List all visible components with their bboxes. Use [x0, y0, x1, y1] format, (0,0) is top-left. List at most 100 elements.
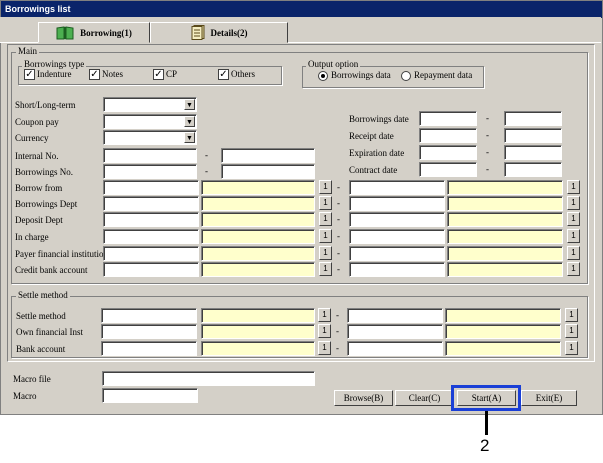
- repayment-data-radio[interactable]: [401, 71, 411, 81]
- macro-label: Macro: [13, 391, 37, 401]
- search-to-button[interactable]: 1: [567, 229, 580, 243]
- notes-label: Notes: [102, 69, 123, 79]
- receipt-date-from[interactable]: [419, 128, 477, 143]
- search-to-button[interactable]: 1: [567, 212, 580, 226]
- code-from-input[interactable]: [103, 212, 199, 227]
- range-dash: -: [337, 248, 340, 258]
- others-label: Others: [231, 69, 255, 79]
- code-to-input[interactable]: [347, 308, 443, 323]
- range-dash: -: [486, 113, 489, 123]
- name-from-display: [201, 246, 315, 261]
- range-dash: -: [337, 231, 340, 241]
- currency-select[interactable]: ▼: [103, 130, 197, 145]
- exit-button[interactable]: Exit(E): [521, 390, 577, 406]
- code-to-input[interactable]: [349, 262, 445, 277]
- name-to-display: [445, 341, 561, 356]
- expiration-date-from[interactable]: [419, 145, 477, 160]
- code-to-input[interactable]: [347, 341, 443, 356]
- short-long-term-select[interactable]: ▼: [103, 97, 197, 112]
- indenture-checkbox[interactable]: ✓: [24, 69, 35, 80]
- cp-checkbox[interactable]: ✓: [153, 69, 164, 80]
- settle-method-group-label: Settle method: [16, 290, 70, 300]
- chevron-down-icon[interactable]: ▼: [184, 132, 195, 143]
- range-dash: -: [205, 166, 208, 176]
- internal-no-to[interactable]: [221, 148, 315, 163]
- search-from-button[interactable]: 1: [318, 341, 331, 355]
- others-checkbox[interactable]: ✓: [218, 69, 229, 80]
- macro-input[interactable]: [102, 388, 198, 403]
- name-to-display: [447, 229, 563, 244]
- search-to-button[interactable]: 1: [567, 246, 580, 260]
- search-to-button[interactable]: 1: [567, 262, 580, 276]
- coupon-pay-select[interactable]: ▼: [103, 114, 197, 129]
- macro-file-label: Macro file: [13, 374, 51, 384]
- start-button-highlight: [451, 385, 521, 411]
- cp-label: CP: [166, 69, 178, 79]
- search-from-button[interactable]: 1: [318, 324, 331, 338]
- code-from-input[interactable]: [103, 262, 199, 277]
- contract-date-from[interactable]: [419, 162, 477, 177]
- range-field-label: In charge: [15, 232, 49, 242]
- code-from-input[interactable]: [103, 196, 199, 211]
- code-from-input[interactable]: [101, 341, 197, 356]
- chevron-down-icon[interactable]: ▼: [184, 116, 195, 127]
- internal-no-label: Internal No.: [15, 151, 59, 161]
- code-to-input[interactable]: [349, 246, 445, 261]
- code-from-input[interactable]: [103, 246, 199, 261]
- range-dash: -: [336, 343, 339, 353]
- coupon-pay-label: Coupon pay: [15, 117, 59, 127]
- borrowings-data-label: Borrowings data: [331, 70, 391, 80]
- callout-line: [485, 411, 488, 435]
- macro-file-input[interactable]: [102, 371, 315, 386]
- currency-label: Currency: [15, 133, 49, 143]
- chevron-down-icon[interactable]: ▼: [184, 99, 195, 110]
- search-to-button[interactable]: 1: [565, 324, 578, 338]
- range-dash: -: [486, 130, 489, 140]
- name-to-display: [445, 324, 561, 339]
- range-dash: -: [336, 326, 339, 336]
- code-from-input[interactable]: [101, 324, 197, 339]
- name-to-display: [447, 180, 563, 195]
- search-to-button[interactable]: 1: [565, 308, 578, 322]
- borrowings-date-from[interactable]: [419, 111, 477, 126]
- search-to-button[interactable]: 1: [567, 180, 580, 194]
- search-from-button[interactable]: 1: [319, 229, 332, 243]
- contract-date-to[interactable]: [504, 162, 562, 177]
- expiration-date-to[interactable]: [504, 145, 562, 160]
- range-dash: -: [337, 214, 340, 224]
- search-from-button[interactable]: 1: [319, 246, 332, 260]
- code-to-input[interactable]: [349, 180, 445, 195]
- name-from-display: [201, 196, 315, 211]
- tab-borrowing[interactable]: Borrowing(1): [38, 22, 150, 43]
- search-from-button[interactable]: 1: [319, 196, 332, 210]
- browse-button[interactable]: Browse(B): [334, 390, 393, 406]
- code-to-input[interactable]: [349, 212, 445, 227]
- tab-borrowing-label: Borrowing(1): [80, 27, 132, 38]
- clear-button[interactable]: Clear(C): [395, 390, 454, 406]
- code-to-input[interactable]: [347, 324, 443, 339]
- search-to-button[interactable]: 1: [567, 196, 580, 210]
- search-from-button[interactable]: 1: [318, 308, 331, 322]
- tab-details-label: Details(2): [210, 27, 248, 38]
- indenture-label: Indenture: [37, 69, 72, 79]
- tab-details[interactable]: Details(2): [150, 22, 288, 43]
- code-to-input[interactable]: [349, 196, 445, 211]
- borrowings-no-from[interactable]: [103, 164, 197, 179]
- internal-no-from[interactable]: [103, 148, 197, 163]
- search-from-button[interactable]: 1: [319, 180, 332, 194]
- search-to-button[interactable]: 1: [565, 341, 578, 355]
- code-from-input[interactable]: [103, 180, 199, 195]
- receipt-date-to[interactable]: [504, 128, 562, 143]
- borrowings-no-to[interactable]: [221, 164, 315, 179]
- search-from-button[interactable]: 1: [319, 212, 332, 226]
- document-icon: [191, 25, 204, 40]
- borrowings-data-radio[interactable]: [318, 71, 328, 81]
- code-from-input[interactable]: [103, 229, 199, 244]
- notes-checkbox[interactable]: ✓: [89, 69, 100, 80]
- step-number: 2: [480, 436, 490, 455]
- code-to-input[interactable]: [349, 229, 445, 244]
- contract-date-label: Contract date: [349, 165, 398, 175]
- search-from-button[interactable]: 1: [319, 262, 332, 276]
- borrowings-date-to[interactable]: [504, 111, 562, 126]
- code-from-input[interactable]: [101, 308, 197, 323]
